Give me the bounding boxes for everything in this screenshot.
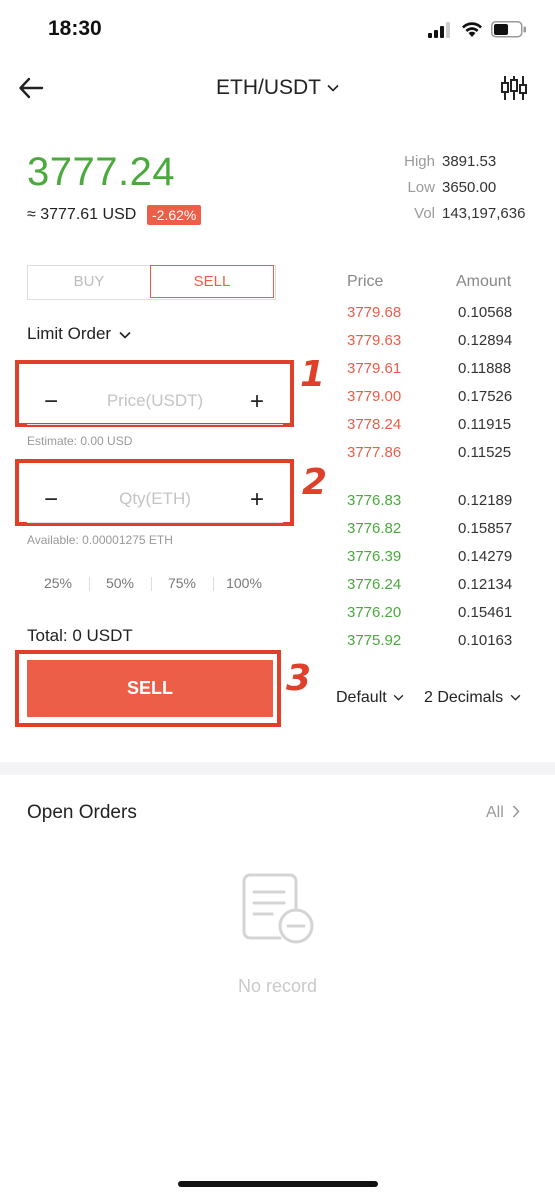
depth-mode-label: Default: [336, 689, 387, 706]
bid-price[interactable]: 3776.24: [347, 576, 401, 593]
ask-price[interactable]: 3779.63: [347, 332, 401, 349]
low-value: 3650.00: [442, 179, 497, 196]
decimals-label: 2 Decimals: [424, 689, 504, 706]
total-text: Total: 0 USDT: [27, 626, 133, 645]
status-bar: 18:30: [0, 0, 555, 60]
pair-label: ETH/USDT: [216, 76, 321, 99]
no-record-document-icon: [242, 873, 314, 944]
ask-amount: 0.10568: [458, 304, 513, 321]
status-time: 18:30: [48, 17, 102, 40]
ask-amount: 0.12894: [458, 332, 513, 349]
bid-price[interactable]: 3776.82: [347, 520, 401, 537]
bid-amount: 0.14279: [458, 548, 513, 565]
all-label: All: [486, 804, 504, 821]
ask-amount: 0.17526: [458, 388, 513, 405]
ask-price[interactable]: 3779.61: [347, 360, 401, 377]
percent-25[interactable]: 25%: [27, 575, 89, 591]
ask-price[interactable]: 3778.24: [347, 416, 401, 433]
available-text: Available: 0.00001275 ETH: [27, 533, 173, 547]
section-divider: [0, 762, 555, 775]
chevron-down-icon: [327, 85, 339, 93]
bid-price[interactable]: 3776.83: [347, 492, 401, 509]
decimals-dropdown[interactable]: 2 Decimals: [424, 689, 521, 707]
bid-amount: 0.12134: [458, 576, 513, 593]
ask-price[interactable]: 3779.00: [347, 388, 401, 405]
bid-amount: 0.12189: [458, 492, 513, 509]
annotation-number-2: 2: [302, 462, 328, 503]
qty-increase-button[interactable]: +: [245, 486, 269, 514]
sell-button[interactable]: SELL: [27, 660, 273, 717]
bid-amount: 0.15461: [458, 604, 513, 621]
percent-75[interactable]: 75%: [151, 575, 213, 591]
ask-amount: 0.11915: [458, 416, 512, 433]
bid-amount: 0.15857: [458, 520, 513, 537]
high-value: 3891.53: [442, 153, 497, 170]
chevron-down-icon: [510, 695, 520, 701]
empty-state-text: No record: [237, 976, 318, 996]
price-increase-button[interactable]: +: [245, 388, 269, 416]
order-type-label: Limit Order: [27, 324, 112, 343]
usd-equivalent: ≈ 3777.61 USD: [27, 206, 137, 223]
ask-price[interactable]: 3779.68: [347, 304, 401, 321]
home-indicator[interactable]: [178, 1181, 378, 1187]
ask-price[interactable]: 3777.86: [347, 444, 401, 461]
tab-sell[interactable]: SELL: [150, 265, 274, 298]
ask-amount: 0.11525: [458, 444, 512, 461]
price-input[interactable]: − Price(USDT) +: [27, 380, 283, 425]
estimate-text: Estimate: 0.00 USD: [27, 434, 133, 448]
chevron-down-icon: [119, 331, 131, 339]
vol-label: Vol: [414, 205, 435, 222]
qty-input[interactable]: − Qty(ETH) +: [27, 478, 283, 523]
tab-buy[interactable]: BUY: [28, 266, 150, 297]
low-label: Low: [407, 179, 435, 196]
bid-price[interactable]: 3776.39: [347, 548, 401, 565]
bid-price[interactable]: 3775.92: [347, 632, 401, 649]
last-price: 3777.24: [27, 150, 176, 194]
open-orders-title: Open Orders: [27, 802, 137, 823]
bid-amount: 0.10163: [458, 632, 513, 649]
battery-icon: [491, 21, 526, 38]
chevron-right-icon: [513, 805, 520, 818]
vol-value: 143,197,636: [442, 205, 526, 222]
percent-100[interactable]: 100%: [213, 575, 275, 591]
annotation-number-1: 1: [300, 354, 326, 395]
orderbook-price-header: Price: [347, 273, 384, 290]
percent-50[interactable]: 50%: [89, 575, 151, 591]
change-badge: -2.62%: [147, 205, 202, 225]
pair-selector[interactable]: ETH/USDT: [0, 76, 555, 100]
order-type-dropdown[interactable]: Limit Order: [27, 324, 131, 344]
ask-amount: 0.11888: [458, 360, 512, 377]
depth-mode-dropdown[interactable]: Default: [336, 689, 404, 707]
chart-settings-icon[interactable]: [500, 74, 528, 102]
orderbook-amount-header: Amount: [456, 273, 512, 290]
open-orders-all-link[interactable]: All: [486, 804, 520, 822]
wifi-icon: [462, 22, 482, 37]
cellular-signal-icon: [428, 22, 450, 38]
annotation-number-3: 3: [286, 658, 312, 699]
high-label: High: [404, 153, 435, 170]
bid-price[interactable]: 3776.20: [347, 604, 401, 621]
chevron-down-icon: [393, 695, 404, 701]
